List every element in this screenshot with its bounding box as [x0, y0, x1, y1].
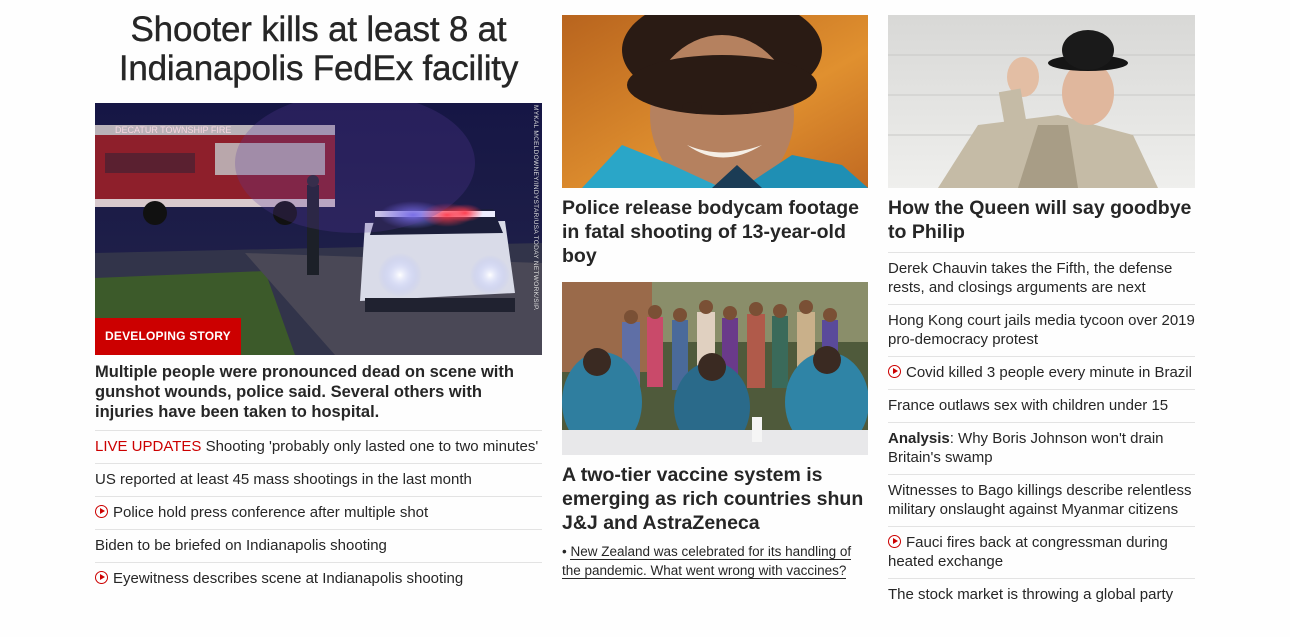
story-link-text[interactable]: Witnesses to Bago killings describe rele… [888, 482, 1191, 518]
portrait-photo [562, 15, 868, 188]
related-link-item[interactable]: Police hold press conference after multi… [95, 496, 542, 529]
story-link-item[interactable]: France outlaws sex with children under 1… [888, 389, 1195, 422]
story-link-text[interactable]: Covid killed 3 people every minute in Br… [906, 364, 1192, 381]
secondary-stories: Police release bodycam footage in fatal … [562, 15, 868, 580]
lead-story: Shooter kills at least 8 at Indianapolis… [95, 10, 542, 595]
related-link-text[interactable]: Police hold press conference after multi… [113, 504, 428, 521]
prince-philip-image[interactable] [888, 15, 1195, 188]
story-link-text[interactable]: Fauci fires back at congressman during h… [888, 534, 1168, 570]
story-link-text[interactable]: Derek Chauvin takes the Fifth, the defen… [888, 260, 1172, 296]
story-title-philip[interactable]: How the Queen will say goodbye to Philip [888, 196, 1195, 244]
story-link-item[interactable]: Hong Kong court jails media tycoon over … [888, 304, 1195, 356]
story-card-vaccine[interactable]: A two-tier vaccine system is emerging as… [562, 282, 868, 580]
analysis-label: Analysis [888, 430, 950, 447]
related-link-text[interactable]: Biden to be briefed on Indianapolis shoo… [95, 537, 387, 554]
related-link-text[interactable]: Shooting 'probably only lasted one to tw… [201, 438, 539, 455]
story-title-bodycam[interactable]: Police release bodycam footage in fatal … [562, 196, 868, 268]
vaccine-photo [562, 282, 868, 455]
story-link-text[interactable]: The stock market is throwing a global pa… [888, 586, 1173, 603]
story-link-text[interactable]: France outlaws sex with children under 1… [888, 397, 1168, 414]
live-updates-label: LIVE UPDATES [95, 438, 202, 455]
news-homepage: Shooter kills at least 8 at Indianapolis… [0, 0, 1290, 637]
related-link-item[interactable]: Eyewitness describes scene at Indianapol… [95, 562, 542, 595]
lead-summary[interactable]: Multiple people were pronounced dead on … [95, 362, 542, 422]
related-link-item[interactable]: Biden to be briefed on Indianapolis shoo… [95, 529, 542, 562]
image-credit: MYKAL MCELDOWNEY/INDYSTAR/USA TODAY NETW… [532, 105, 539, 310]
related-link-text[interactable]: Eyewitness describes scene at Indianapol… [113, 570, 463, 587]
vaccine-related-link[interactable]: • New Zealand was celebrated for its han… [562, 542, 868, 580]
story-link-item[interactable]: Derek Chauvin takes the Fifth, the defen… [888, 252, 1195, 304]
lead-related-links: LIVE UPDATES Shooting 'probably only las… [95, 430, 542, 595]
developing-story-badge: DEVELOPING STORY [95, 318, 241, 355]
more-top-stories: Derek Chauvin takes the Fifth, the defen… [888, 252, 1195, 611]
vaccine-clinic-image[interactable] [562, 282, 868, 455]
lead-image[interactable]: DECATUR TOWNSHIP FIRE MYKAL MCELDOWNEY/I… [95, 103, 542, 355]
related-link-item[interactable]: US reported at least 45 mass shootings i… [95, 463, 542, 496]
story-card-philip[interactable]: How the Queen will say goodbye to Philip [888, 15, 1195, 244]
story-card-bodycam[interactable]: Police release bodycam footage in fatal … [562, 15, 868, 268]
video-play-icon [95, 505, 108, 518]
story-link-item[interactable]: Witnesses to Bago killings describe rele… [888, 474, 1195, 526]
philip-photo [888, 15, 1195, 188]
story-title-vaccine[interactable]: A two-tier vaccine system is emerging as… [562, 463, 868, 535]
boy-portrait-image[interactable] [562, 15, 868, 188]
story-link-item[interactable]: Covid killed 3 people every minute in Br… [888, 356, 1195, 389]
story-link-item[interactable]: The stock market is throwing a global pa… [888, 578, 1195, 611]
related-link-text[interactable]: New Zealand was celebrated for its handl… [562, 544, 852, 579]
lead-headline[interactable]: Shooter kills at least 8 at Indianapolis… [95, 10, 542, 88]
fire-truck-label: DECATUR TOWNSHIP FIRE [115, 125, 231, 135]
video-play-icon [95, 571, 108, 584]
story-link-item[interactable]: Fauci fires back at congressman during h… [888, 526, 1195, 578]
story-link-text[interactable]: Hong Kong court jails media tycoon over … [888, 312, 1195, 348]
tertiary-stories: How the Queen will say goodbye to Philip… [888, 15, 1195, 611]
story-link-item[interactable]: Analysis: Why Boris Johnson won't drain … [888, 422, 1195, 474]
related-link-item[interactable]: LIVE UPDATES Shooting 'probably only las… [95, 430, 542, 463]
video-play-icon [888, 365, 901, 378]
related-link-text[interactable]: US reported at least 45 mass shootings i… [95, 471, 472, 488]
video-play-icon [888, 535, 901, 548]
